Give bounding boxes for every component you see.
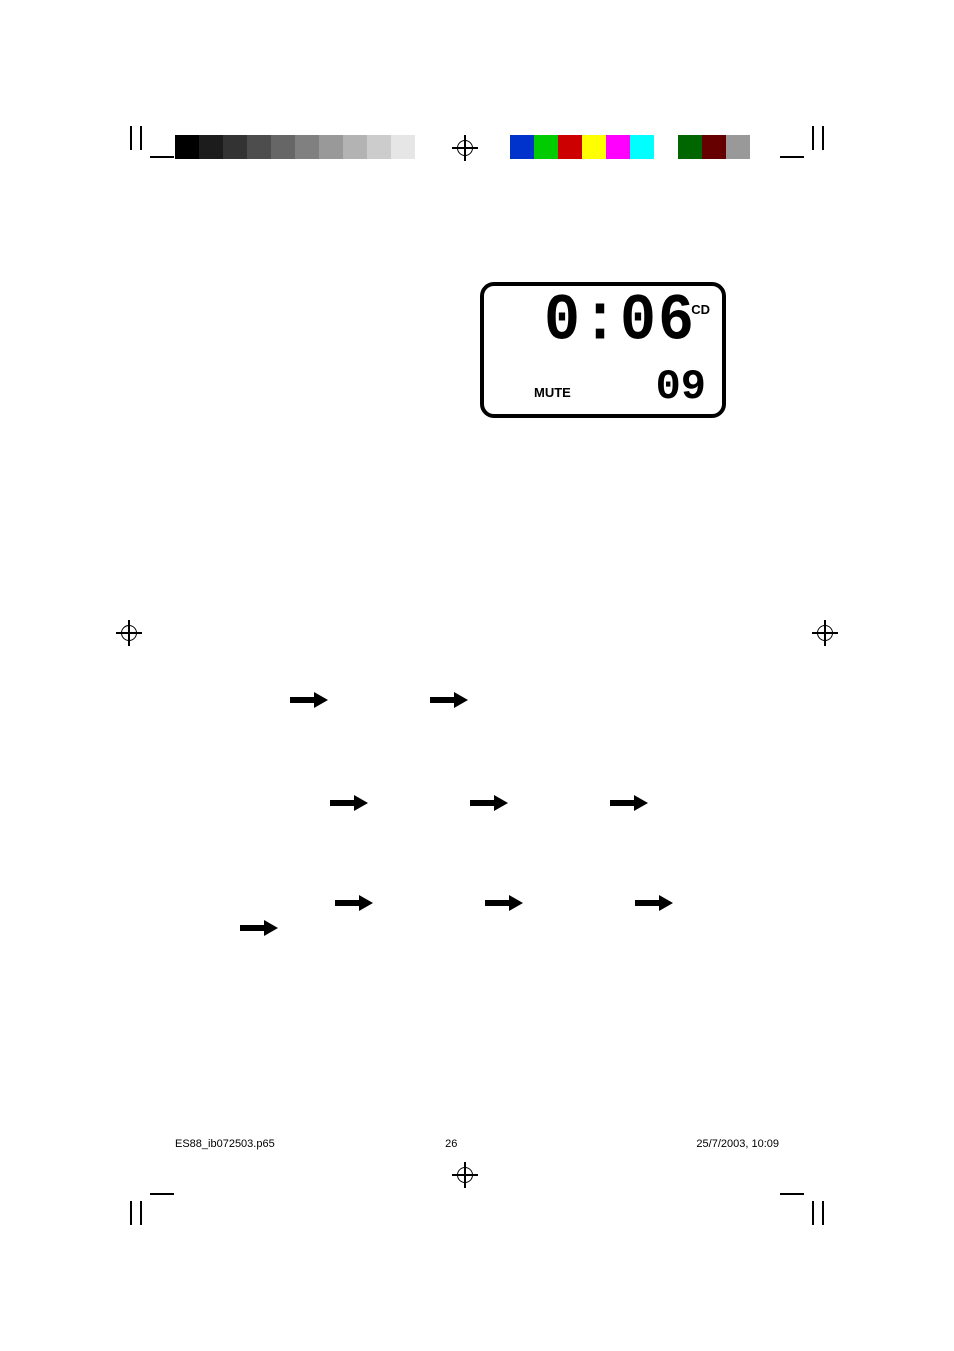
crop-mark-bottom-right [808,1175,858,1225]
swatch [726,135,750,159]
swatch [415,135,439,159]
arrow-row-1 [290,692,470,708]
crop-mark-bottom-left [96,1175,146,1225]
swatch [247,135,271,159]
footer-datetime: 25/7/2003, 10:09 [696,1138,779,1150]
swatch [702,135,726,159]
registration-mark-top [452,135,478,161]
arrow-icon [330,795,370,811]
swatch [223,135,247,159]
lcd-display: 0:06 CD MUTE 09 [480,282,726,418]
swatch [606,135,630,159]
lcd-time: 0:06 [544,292,696,352]
lcd-track-number: 09 [656,366,706,408]
swatch [343,135,367,159]
crop-mark-top-left [96,126,146,176]
arrow-row-3b [240,920,280,936]
swatch [271,135,295,159]
arrow-icon [290,692,330,708]
registration-mark-right [812,620,838,646]
grayscale-swatch-strip [175,135,439,159]
arrow-icon [635,895,675,911]
registration-mark-left [116,620,142,646]
lcd-time-value: 0:06 [544,289,696,355]
arrow-icon [240,920,280,936]
footer-filename: ES88_ib072503.p65 [175,1138,275,1150]
swatch [558,135,582,159]
arrow-row-2 [330,795,650,811]
crop-mark-top-right [808,126,858,176]
swatch [510,135,534,159]
color-swatch-strip [510,135,750,159]
swatch [391,135,415,159]
swatch [678,135,702,159]
swatch [630,135,654,159]
swatch [534,135,558,159]
swatch [319,135,343,159]
arrow-icon [470,795,510,811]
swatch [582,135,606,159]
swatch [199,135,223,159]
arrow-icon [610,795,650,811]
swatch [654,135,678,159]
swatch [175,135,199,159]
arrow-icon [485,895,525,911]
print-footer: ES88_ib072503.p65 26 25/7/2003, 10:09 [175,1138,779,1150]
arrow-icon [430,692,470,708]
swatch [295,135,319,159]
arrow-icon [335,895,375,911]
swatch [367,135,391,159]
arrow-row-3 [335,895,675,911]
footer-page-number: 26 [445,1138,457,1150]
lcd-mute-indicator: MUTE [534,385,571,400]
lcd-mode-indicator: CD [691,302,710,317]
registration-mark-bottom [452,1162,478,1188]
